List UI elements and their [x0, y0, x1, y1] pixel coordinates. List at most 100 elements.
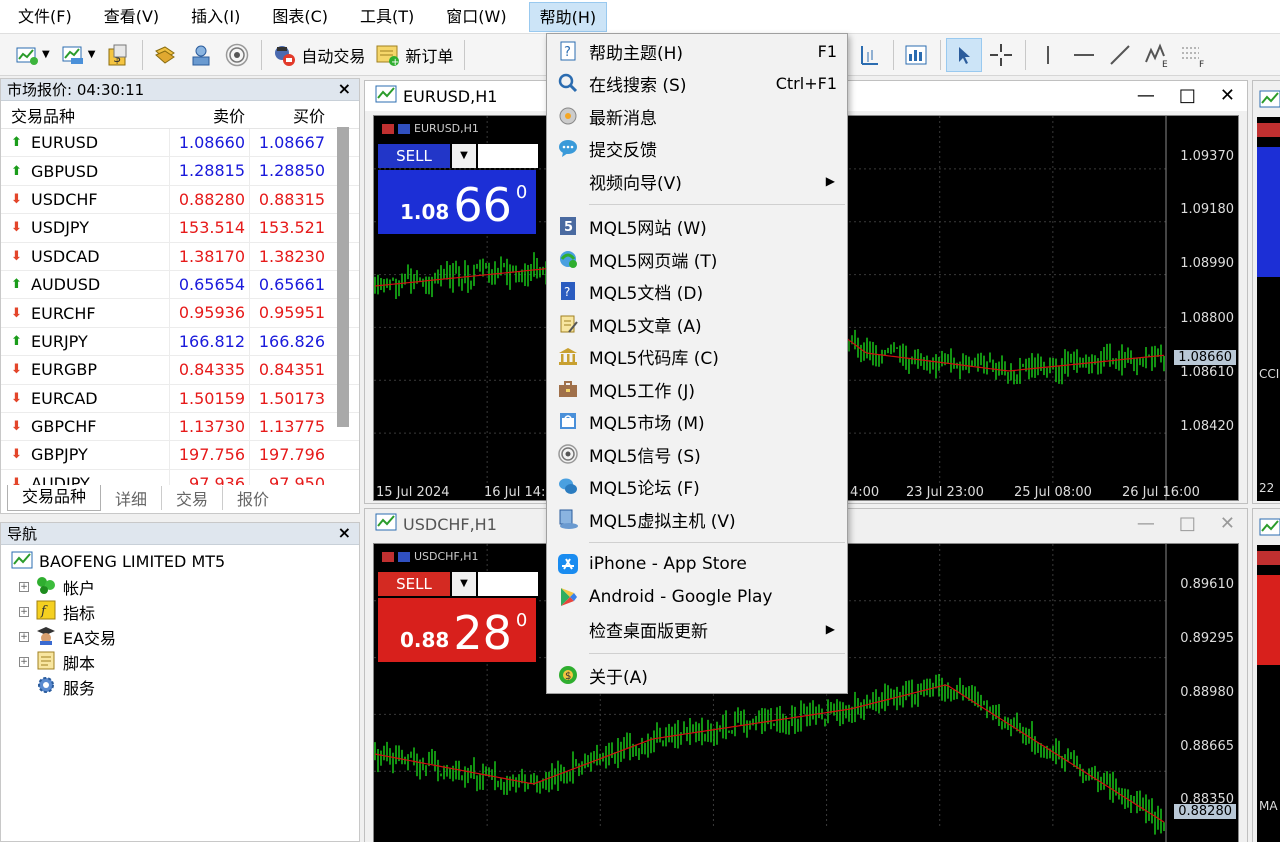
minimize-icon[interactable]: —: [1137, 85, 1155, 106]
sell-price-box[interactable]: 1.08 66 0: [378, 170, 536, 234]
table-row[interactable]: ⬇ USDCAD 1.38170 1.38230: [1, 242, 359, 271]
bid-column-header[interactable]: 卖价: [169, 103, 249, 127]
expand-icon[interactable]: +: [19, 606, 29, 617]
sell-button[interactable]: SELL: [378, 144, 450, 168]
help-menu-item-2[interactable]: 最新消息: [547, 101, 847, 131]
chevron-down-icon[interactable]: ▼: [88, 49, 96, 60]
trendline-button[interactable]: [1103, 38, 1137, 72]
table-row[interactable]: ⬇ EURGBP 0.84335 0.84351: [1, 356, 359, 385]
sell-price-box[interactable]: [1257, 147, 1280, 277]
navigator-item-scripts[interactable]: + 脚本: [1, 649, 359, 674]
lot-input[interactable]: [478, 572, 538, 596]
maximize-icon[interactable]: □: [1179, 513, 1196, 534]
tab-details[interactable]: 详细: [101, 486, 163, 510]
auto-trading-button[interactable]: 自动交易: [267, 38, 369, 72]
templates-button[interactable]: [899, 38, 933, 72]
help-menu-item-17[interactable]: 检查桌面版更新 ▶: [547, 614, 847, 644]
crosshair-tool-button[interactable]: [984, 38, 1018, 72]
chart-shift-button[interactable]: [852, 38, 886, 72]
menu-charts[interactable]: 图表(C): [262, 2, 338, 32]
sell-price-box[interactable]: [1257, 575, 1280, 665]
maximize-icon[interactable]: □: [1179, 85, 1196, 106]
table-row[interactable]: ⬇ GBPJPY 197.756 197.796: [1, 441, 359, 470]
help-menu-item-6[interactable]: MQL5网页端 (T): [547, 244, 847, 274]
table-row[interactable]: ⬇ EURCHF 0.95936 0.95951: [1, 299, 359, 328]
profiles-button[interactable]: ▼: [56, 38, 100, 72]
navigator-item-services[interactable]: 服务: [1, 674, 359, 699]
expand-icon[interactable]: +: [19, 656, 29, 667]
table-row[interactable]: ⬇ GBPCHF 1.13730 1.13775: [1, 412, 359, 442]
horizontal-line-button[interactable]: [1067, 38, 1101, 72]
close-icon[interactable]: ×: [338, 79, 351, 98]
signals-toggle-button[interactable]: [220, 38, 254, 72]
navigator-root[interactable]: BAOFENG LIMITED MT5: [1, 549, 359, 574]
chart-window-partial-bottom[interactable]: MA: [1252, 508, 1280, 842]
table-row[interactable]: ⬆ EURUSD 1.08660 1.08667: [1, 129, 359, 158]
minimize-icon[interactable]: —: [1137, 513, 1155, 534]
help-menu-item-18[interactable]: $ 关于(A): [547, 660, 847, 690]
lot-input[interactable]: [478, 144, 538, 168]
help-menu-item-7[interactable]: ? MQL5文档 (D): [547, 276, 847, 306]
table-row[interactable]: ⬆ EURJPY 166.812 166.826: [1, 327, 359, 357]
help-menu-item-11[interactable]: MQL5市场 (M): [547, 406, 847, 436]
help-menu-item-4[interactable]: 视频向导(V) ▶: [547, 166, 847, 196]
navigator-item-indicators[interactable]: + f 指标: [1, 599, 359, 624]
help-menu-item-13[interactable]: MQL5论坛 (F): [547, 471, 847, 501]
help-menu-item-14[interactable]: MQL5虚拟主机 (V): [547, 504, 847, 534]
toolbar-separator: [940, 40, 941, 70]
toolbox-toggle-button[interactable]: [184, 38, 218, 72]
table-row[interactable]: ⬇ USDCHF 0.88280 0.88315: [1, 185, 359, 215]
help-menu-item-16[interactable]: Android - Google Play: [547, 582, 847, 612]
tab-trading[interactable]: 交易: [162, 486, 224, 510]
ask-column-header[interactable]: 买价: [249, 103, 329, 127]
tab-symbols[interactable]: 交易品种: [7, 485, 102, 511]
cursor-tool-button[interactable]: [946, 38, 982, 72]
sell-button[interactable]: SELL: [378, 572, 450, 596]
navigator-item-experts[interactable]: + EA交易: [1, 624, 359, 649]
table-row[interactable]: ⬇ USDJPY 153.514 153.521: [1, 214, 359, 243]
navigator-toggle-button[interactable]: [148, 38, 182, 72]
help-menu-item-15[interactable]: iPhone - App Store: [547, 549, 847, 579]
close-icon[interactable]: ×: [338, 523, 351, 542]
tab-ticks[interactable]: 报价: [223, 486, 283, 510]
menu-tools[interactable]: 工具(T): [350, 2, 424, 32]
chevron-down-icon[interactable]: ▼: [42, 49, 50, 60]
expand-icon[interactable]: +: [19, 631, 29, 642]
menu-help[interactable]: 帮助(H): [528, 1, 608, 32]
menu-window[interactable]: 窗口(W): [436, 2, 516, 32]
new-order-button[interactable]: + 新订单: [371, 38, 457, 72]
help-menu-item-5[interactable]: 5 MQL5网站 (W): [547, 211, 847, 241]
sell-price-box[interactable]: 0.88 28 0: [378, 598, 536, 662]
close-icon[interactable]: ✕: [1220, 85, 1235, 106]
vertical-line-icon: [1035, 42, 1061, 68]
menu-file[interactable]: 文件(F): [8, 2, 82, 32]
help-menu-item-10[interactable]: MQL5工作 (J): [547, 374, 847, 404]
help-menu-item-0[interactable]: ? 帮助主题(H) F1: [547, 36, 847, 66]
chart-canvas[interactable]: MA: [1257, 545, 1280, 842]
menu-insert[interactable]: 插入(I): [181, 2, 250, 32]
fibonacci-button[interactable]: F: [1175, 38, 1209, 72]
chart-canvas[interactable]: CCI 22: [1257, 117, 1280, 501]
navigator-item-accounts[interactable]: + 帐户: [1, 574, 359, 599]
table-row[interactable]: ⬇ EURCAD 1.50159 1.50173: [1, 384, 359, 413]
market-watch-toggle-button[interactable]: $: [101, 38, 135, 72]
vertical-line-button[interactable]: [1031, 38, 1065, 72]
table-row[interactable]: ⬆ AUDUSD 0.65654 0.65661: [1, 270, 359, 300]
new-chart-button[interactable]: ▼: [10, 38, 54, 72]
help-menu-item-8[interactable]: MQL5文章 (A): [547, 309, 847, 339]
menu-view[interactable]: 查看(V): [94, 2, 169, 32]
lot-dropdown-button[interactable]: ▼: [452, 144, 476, 168]
expand-icon[interactable]: +: [19, 581, 29, 592]
scrollbar[interactable]: [337, 127, 349, 427]
table-row[interactable]: ⬆ GBPUSD 1.28815 1.28850: [1, 157, 359, 186]
help-menu-item-9[interactable]: MQL5代码库 (C): [547, 341, 847, 371]
help-menu-item-12[interactable]: MQL5信号 (S): [547, 439, 847, 469]
elliott-wave-button[interactable]: E: [1139, 38, 1173, 72]
table-row[interactable]: ⬇ AUDJPY 97.936 97.950: [1, 469, 359, 485]
chart-window-partial-top[interactable]: CCI 22: [1252, 80, 1280, 504]
help-menu-item-1[interactable]: 在线搜索 (S) Ctrl+F1: [547, 68, 847, 98]
symbol-column-header[interactable]: 交易品种: [1, 103, 169, 127]
close-icon[interactable]: ✕: [1220, 513, 1235, 534]
lot-dropdown-button[interactable]: ▼: [452, 572, 476, 596]
help-menu-item-3[interactable]: 提交反馈: [547, 133, 847, 163]
